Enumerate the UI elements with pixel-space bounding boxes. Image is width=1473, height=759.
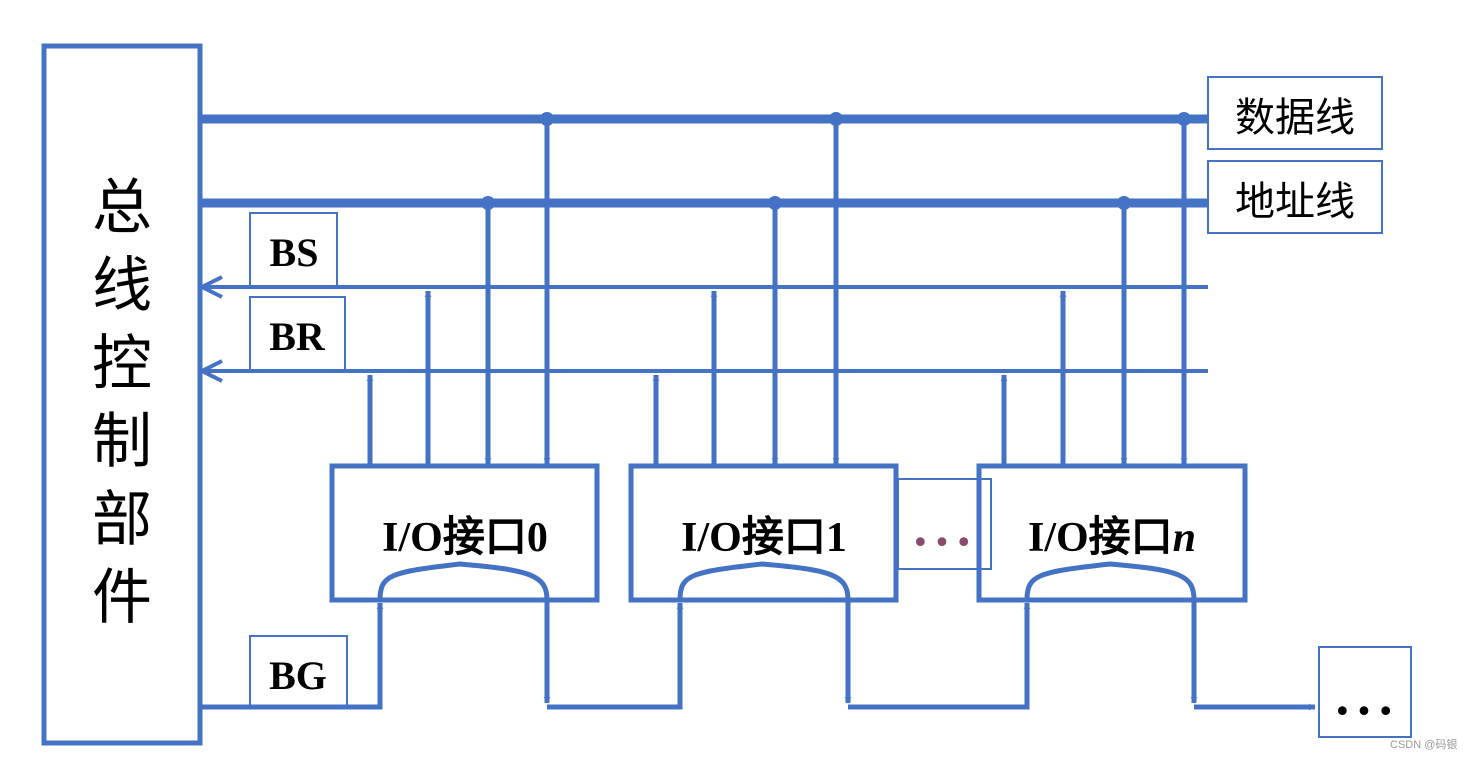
- bs-label: BS: [270, 230, 319, 275]
- junction-dot: [768, 196, 782, 210]
- ellipsis-end: •••: [1333, 695, 1398, 730]
- controller-label-char: 控: [92, 329, 152, 399]
- controller-label-char: 总: [92, 173, 152, 243]
- controller-label-char: 部: [92, 485, 152, 555]
- bg-pass-arc-1: [677, 561, 851, 601]
- controller-label-char: 制: [92, 407, 152, 477]
- io-interface-0-label: I/O接口0: [382, 514, 548, 561]
- bus-diagram: 总线控制部件 数据线 地址线 BS BR BG I/O接口0 I/O接口1 I/…: [41, 43, 1457, 751]
- controller-label-char: 件: [92, 563, 152, 633]
- junction-dot: [1117, 196, 1131, 210]
- junction-dot: [1177, 112, 1191, 126]
- controller-label: 总线控制部件: [92, 173, 152, 633]
- junction-dot: [481, 196, 495, 210]
- junction-dot: [540, 112, 554, 126]
- bg-pass-arc-0: [377, 561, 550, 601]
- controller-label-char: 线: [92, 251, 152, 321]
- address-line-label: 地址线: [1235, 179, 1355, 225]
- watermark: CSDN @码银: [1390, 737, 1457, 751]
- bg-pass-arc-n: [1024, 561, 1197, 601]
- io-interface-n-label: I/O接口n: [1028, 514, 1196, 561]
- data-line-label: 数据线: [1235, 95, 1355, 141]
- bg-chain-in-1: [547, 602, 684, 710]
- junction-dot: [829, 112, 843, 126]
- io-interface-1-label: I/O接口1: [681, 514, 847, 561]
- br-label: BR: [269, 314, 326, 359]
- bg-label: BG: [269, 653, 327, 698]
- bg-chain-in-n: [848, 602, 1031, 710]
- ellipsis-between: •••: [911, 526, 976, 561]
